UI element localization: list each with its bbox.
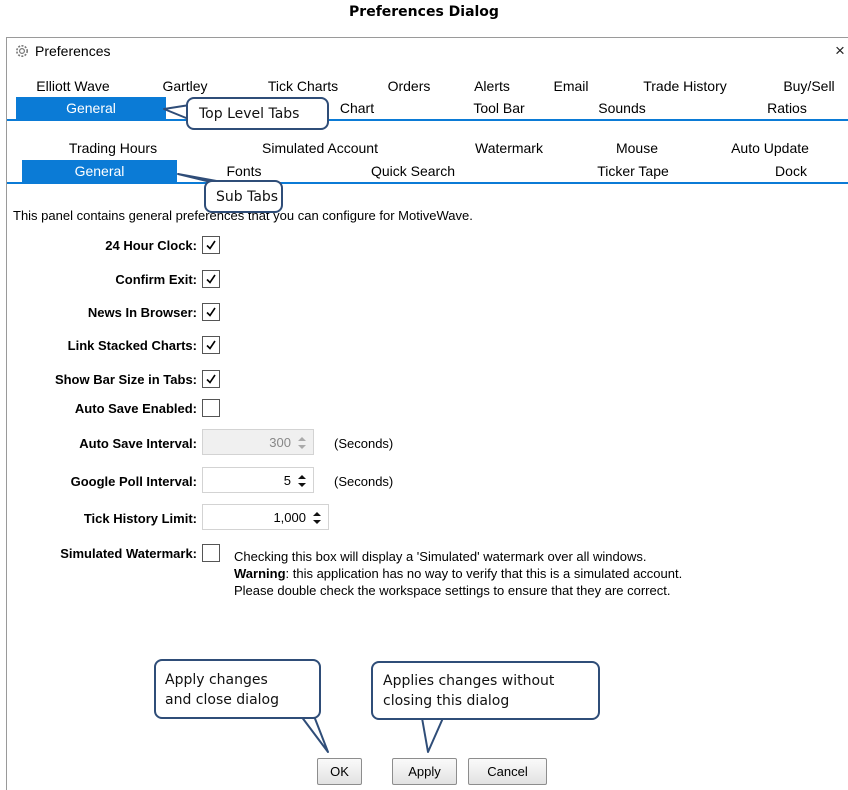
callout-top-level-tabs: Top Level Tabs xyxy=(186,97,329,130)
callout-text: Sub Tabs xyxy=(216,189,279,205)
subtab-dock[interactable]: Dock xyxy=(765,160,817,182)
clock-24h-checkbox[interactable] xyxy=(202,236,220,254)
callout-text: and close dialog xyxy=(165,692,279,708)
tab-alerts[interactable]: Alerts xyxy=(465,75,519,97)
subtab-watermark[interactable]: Watermark xyxy=(463,137,555,159)
callout-text: closing this dialog xyxy=(383,693,510,709)
tab-tool-bar[interactable]: Tool Bar xyxy=(457,97,541,119)
tick-history-limit-spinner[interactable]: 1,000 xyxy=(202,504,329,530)
setting-label: Show Bar Size in Tabs: xyxy=(54,372,197,387)
callout-sub-tabs: Sub Tabs xyxy=(204,180,283,213)
subtab-simulated-account[interactable]: Simulated Account xyxy=(247,137,393,159)
setting-label: Simulated Watermark: xyxy=(60,546,197,561)
tab-tick-charts[interactable]: Tick Charts xyxy=(255,75,351,97)
subtab-ticker-tape[interactable]: Ticker Tape xyxy=(585,160,681,182)
cancel-button[interactable]: Cancel xyxy=(468,758,547,785)
tab-ratios[interactable]: Ratios xyxy=(755,97,819,119)
unit-label: (Seconds) xyxy=(334,474,394,489)
subtab-quick-search[interactable]: Quick Search xyxy=(361,160,465,182)
subtab-fonts[interactable]: Fonts xyxy=(214,160,274,182)
tab-trade-history[interactable]: Trade History xyxy=(629,75,741,97)
show-bar-size-checkbox[interactable] xyxy=(202,370,220,388)
link-stacked-charts-checkbox[interactable] xyxy=(202,336,220,354)
callout-text: Apply changes xyxy=(165,672,268,688)
callout-text: Applies changes without xyxy=(383,673,555,689)
close-icon[interactable]: × xyxy=(835,41,845,61)
tab-general[interactable]: General xyxy=(16,97,166,119)
setting-label: 24 Hour Clock: xyxy=(105,238,197,253)
warning-label: Warning xyxy=(234,566,286,581)
tab-buy-sell[interactable]: Buy/Sell xyxy=(775,75,843,97)
simulated-watermark-checkbox[interactable] xyxy=(202,544,220,562)
callout-apply: Applies changes without closing this dia… xyxy=(371,661,600,720)
tab-sounds[interactable]: Sounds xyxy=(587,97,657,119)
subtab-general[interactable]: General xyxy=(22,160,177,182)
tab-elliott-wave[interactable]: Elliott Wave xyxy=(27,75,119,97)
spinner-value: 5 xyxy=(283,473,291,488)
figure-caption: Preferences Dialog xyxy=(349,4,499,20)
setting-label: Google Poll Interval: xyxy=(70,474,197,489)
spinner-arrows-icon[interactable] xyxy=(297,434,307,452)
spinner-value: 1,000 xyxy=(273,510,306,525)
sub-tabs-divider xyxy=(7,182,848,184)
watermark-line-1: Checking this box will display a 'Simula… xyxy=(234,549,647,564)
title-bar: Preferences × xyxy=(7,37,848,65)
news-in-browser-checkbox[interactable] xyxy=(202,303,220,321)
setting-label: Link Stacked Charts: xyxy=(67,338,197,353)
tab-chart[interactable]: Chart xyxy=(329,97,385,119)
setting-label: News In Browser: xyxy=(87,305,197,320)
watermark-line-3: Please double check the workspace settin… xyxy=(234,583,671,598)
tab-orders[interactable]: Orders xyxy=(379,75,439,97)
watermark-line-2: Warning: this application has no way to … xyxy=(234,565,682,582)
top-tabs-divider xyxy=(7,119,848,121)
spinner-arrows-icon[interactable] xyxy=(297,472,307,490)
apply-button[interactable]: Apply xyxy=(392,758,457,785)
tab-gartley[interactable]: Gartley xyxy=(149,75,221,97)
ok-button[interactable]: OK xyxy=(317,758,362,785)
setting-label: Confirm Exit: xyxy=(115,272,197,287)
auto-save-enabled-checkbox[interactable] xyxy=(202,399,220,417)
setting-label: Auto Save Enabled: xyxy=(74,401,197,416)
gear-icon xyxy=(15,44,29,58)
window-title: Preferences xyxy=(35,43,111,59)
setting-label: Auto Save Interval: xyxy=(79,436,197,451)
setting-label: Tick History Limit: xyxy=(83,511,197,526)
confirm-exit-checkbox[interactable] xyxy=(202,270,220,288)
tab-email[interactable]: Email xyxy=(545,75,597,97)
subtab-mouse[interactable]: Mouse xyxy=(607,137,667,159)
unit-label: (Seconds) xyxy=(334,436,394,451)
google-poll-interval-spinner[interactable]: 5 xyxy=(202,467,314,493)
subtab-trading-hours[interactable]: Trading Hours xyxy=(53,137,173,159)
callout-text: Top Level Tabs xyxy=(199,106,300,122)
subtab-auto-update[interactable]: Auto Update xyxy=(721,137,819,159)
spinner-arrows-icon[interactable] xyxy=(312,509,322,527)
spinner-value: 300 xyxy=(269,435,291,450)
warning-text: : this application has no way to verify … xyxy=(285,566,683,581)
watermark-description: Checking this box will display a 'Simula… xyxy=(234,548,682,599)
auto-save-interval-spinner[interactable]: 300 xyxy=(202,429,314,455)
callout-ok: Apply changes and close dialog xyxy=(154,659,321,719)
